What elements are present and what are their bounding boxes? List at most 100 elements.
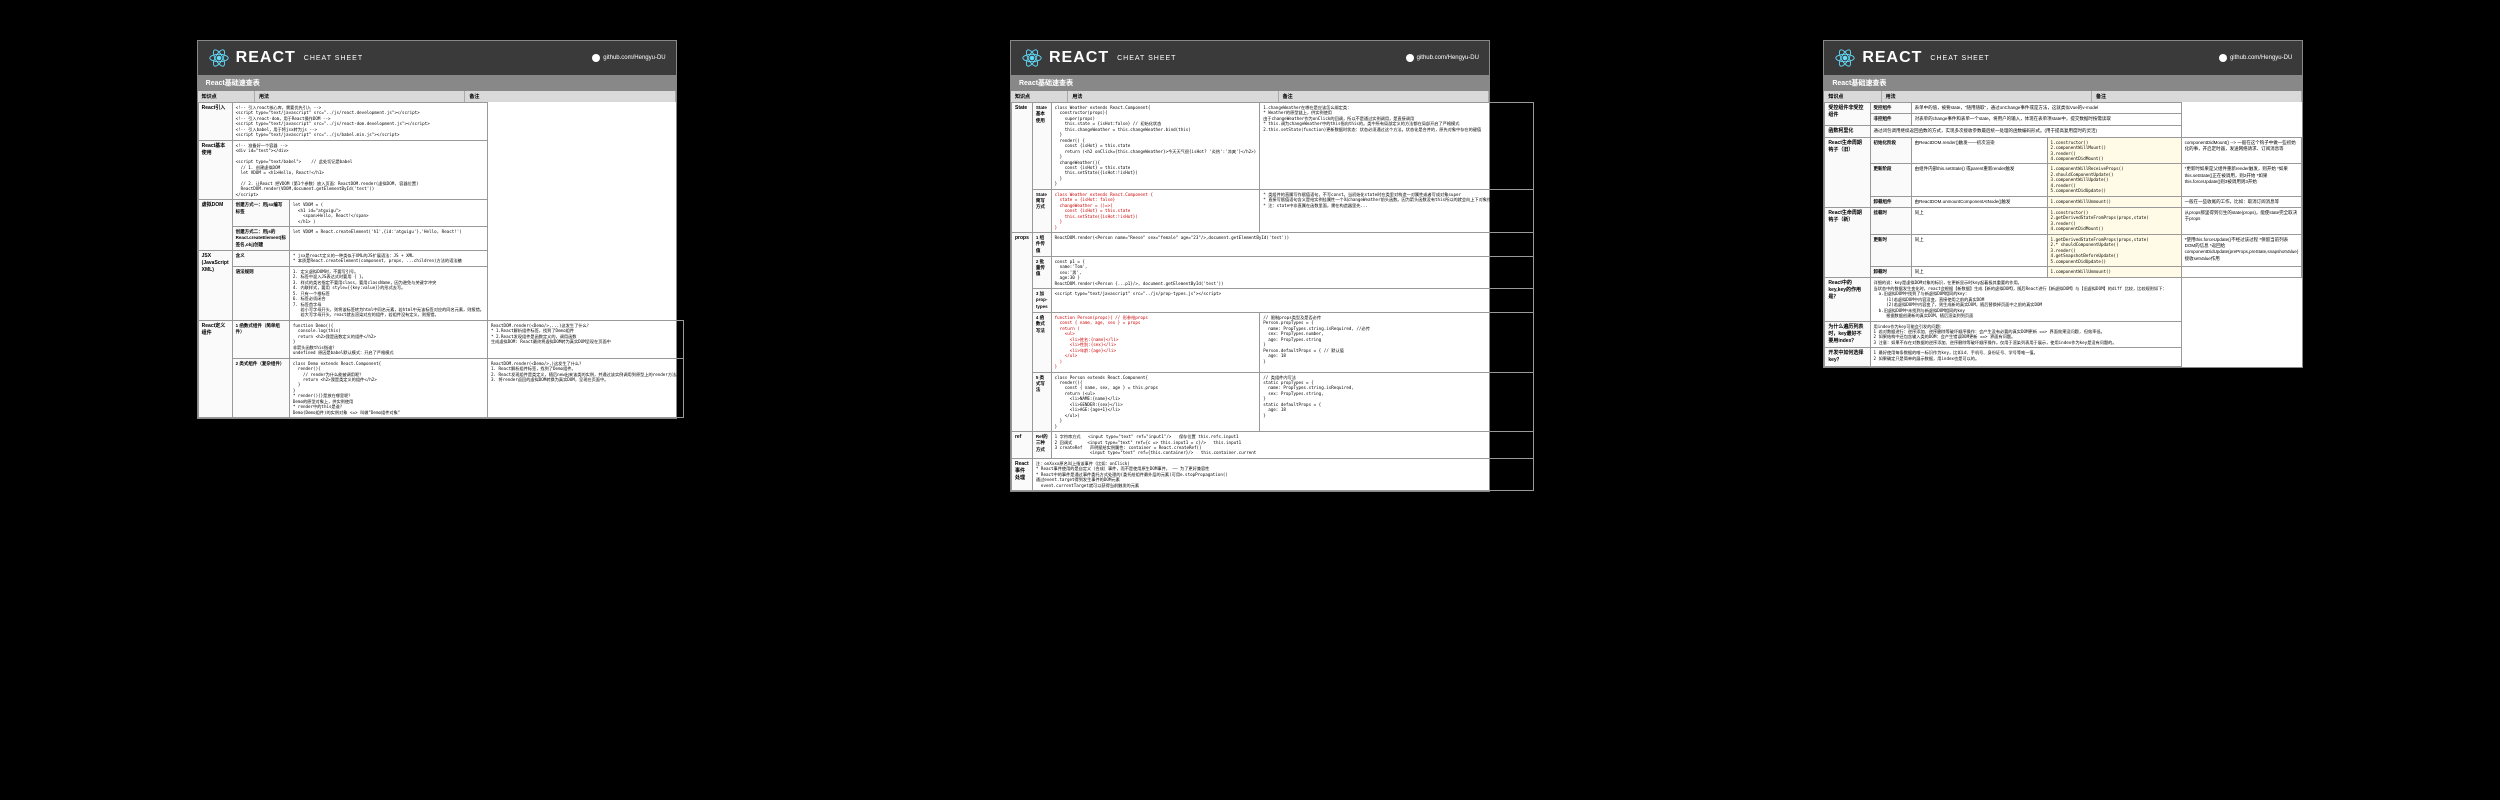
phase-label: 初始化阶段 — [1870, 137, 1911, 164]
sub-label: 3 加prop-types — [1032, 289, 1051, 313]
github-link[interactable]: github.com/Hengyu-DU — [1406, 54, 1479, 62]
table-row: props1 组件传值ReactDOM.render(<Person name=… — [1011, 232, 1533, 256]
table-row: 语法规则1. 定义虚拟DOM时，不要写引号。 2. 标签中混入JS表达式时要用 … — [198, 266, 684, 320]
desc-cell: 一般在一些收尾的工作，比如：取消订阅消息等 — [2181, 196, 2302, 207]
table-row: 卸载组件由ReactDOM.unmountComponentAtNode()触发… — [1825, 196, 2302, 207]
table-row: 更新阶段由组件内部this.setState() 或parent重新render… — [1825, 164, 2302, 196]
table-row: 非控组件对表单的change事件和表单一个state，将用户的输入，体现在表单项… — [1825, 114, 2302, 125]
header: REACT CHEAT SHEET github.com/Hengyu-DU — [198, 41, 676, 75]
col-topic: 知识点 — [198, 91, 255, 102]
code-cell: function Person(props){ // 形参给props cons… — [1051, 313, 1260, 373]
sub-label: 1 函数式组件（简单组件） — [232, 320, 289, 358]
col-usage: 用法 — [1882, 91, 2092, 102]
note-cell: * 类组件的直属写作赋值语句，不写const。当初始化state时在类里对构造一… — [1260, 189, 1534, 232]
section-title: React基础速查表 — [1011, 75, 1489, 91]
table-row: React生命周期钩子（旧） 初始化阶段由ReactDOM.render()触发… — [1825, 137, 2302, 164]
col-topic: 知识点 — [1824, 91, 1881, 102]
table-row: 4 函数式写法function Person(props){ // 形参给pro… — [1011, 313, 1533, 373]
row-label: React基本使用 — [198, 140, 232, 200]
code-cell: class Person extends React.Component{ re… — [1051, 372, 1260, 432]
phase-label: 更新阶段 — [1870, 164, 1911, 196]
github-icon — [2219, 54, 2227, 62]
table-row: State 简写方式class Weather extends React.Co… — [1011, 189, 1533, 232]
note-cell: ReactDOM.render(<Demo/>,)这发生了什么？ 1. Reac… — [487, 358, 683, 418]
header: REACT CHEAT SHEET github.com/Hengyu-DU — [1011, 41, 1489, 75]
code-cell: <!-- 准备好一个容器 --> <div id="test"></div> <… — [232, 140, 487, 200]
github-icon — [1406, 54, 1414, 62]
sub-label: 语法规则 — [232, 266, 289, 320]
text-cell: 对表单的change事件和表单一个state，将用户的输入，体现在表单项stat… — [1911, 114, 2181, 125]
text-cell: 1 最好使用每条数据的唯一标识作为key，比如id、手机号、身份证号、学号等唯一… — [1870, 348, 2181, 367]
sub-label: State 简写方式 — [1032, 189, 1051, 232]
table-row: React基本使用<!-- 准备好一个容器 --> <div id="test"… — [198, 140, 684, 200]
trigger-cell: 同上 — [1911, 207, 2047, 234]
text-cell: 通过闭包调用继续返回函数的方式，实现多次接收参数最后统一处理的函数编码形式。(用… — [1870, 125, 2181, 137]
content-table: StateState 基本使用class Weather extends Rea… — [1011, 102, 1534, 491]
table-row: 2 批量传值const p1 = { name:'Tom', sex:'男', … — [1011, 256, 1533, 288]
row-label: React生命周期钩子（新） — [1825, 207, 1870, 277]
github-link[interactable]: github.com/Hengyu-DU — [2219, 54, 2292, 62]
code-cell: ReactDOM.render(<Person name="Reese" sex… — [1051, 232, 1533, 256]
react-logo-icon — [1021, 47, 1043, 69]
hooks-cell: 1.componentWillReceiveProps() 2.shouldCo… — [2047, 164, 2181, 196]
note-cell: ReactDOM.render(<Demo/>,...)这发生了什么？ * 1.… — [487, 320, 683, 358]
row-label: React中的key,key的作用是？ — [1825, 278, 1870, 321]
subtitle: CHEAT SHEET — [1930, 55, 1989, 62]
table-row: 受控组件非受控组件受控组件表单中的值，被要state，"随用随取"，通过onCh… — [1825, 103, 2302, 114]
desc-cell: *更新时如果是父组件重新render触发，则开始 *如果this.setStat… — [2181, 164, 2302, 196]
hooks-cell: 1.getDerivedStateFromProps(props,state) … — [2047, 234, 2181, 266]
section-title: React基础速查表 — [198, 75, 676, 91]
table-row: 开发中如何选择key？1 最好使用每条数据的唯一标识作为key，比如id、手机号… — [1825, 348, 2302, 367]
table-row: refRef的三种方式1 字符串方式 <input type="text" re… — [1011, 432, 1533, 459]
code-cell: const p1 = { name:'Tom', sex:'男', age:30… — [1051, 256, 1533, 288]
code-cell: * jsx是react定义的一种类似于XML的JS扩展语法：JS + XML *… — [289, 250, 487, 266]
phase-label: 卸载组件 — [1870, 196, 1911, 207]
sub-label: 2 批量传值 — [1032, 256, 1051, 288]
table-row: 函数柯里化通过闭包调用继续返回函数的方式，实现多次接收参数最后统一处理的函数编码… — [1825, 125, 2302, 137]
col-notes: 备注 — [1279, 91, 1489, 102]
table-row: JSX (JavaScript XML)含义* jsx是react定义的一种类似… — [198, 250, 684, 266]
row-label: 为什么遍历列表时，key最好不要用index？ — [1825, 321, 1870, 348]
phase-label: 卸载时 — [1870, 267, 1911, 278]
desc-cell: *使用this.forceUpdate()不经过该过程 *保留当前列表DOM的信… — [2181, 234, 2302, 266]
note-cell: 1.changeWeather在哪在是应该怎么绑定类： * Weather的原型… — [1260, 103, 1534, 190]
phase-label: 挂载时 — [1870, 207, 1911, 234]
content-table: 受控组件非受控组件受控组件表单中的值，被要state，"随用随取"，通过onCh… — [1824, 102, 2302, 367]
trigger-cell: 由ReactDOM.render()触发——初次渲染 — [1911, 137, 2047, 164]
row-label: 虚拟DOM — [198, 200, 232, 251]
sub-label: 1 组件传值 — [1032, 232, 1051, 256]
trigger-cell: 同上 — [1911, 267, 2047, 278]
row-label: 受控组件非受控组件 — [1825, 103, 1870, 126]
code-cell: class Demo extends React.Component{ rend… — [289, 358, 487, 418]
table-row: React引入<!-- 引入react核心库，需要优先引入 --> <scrip… — [198, 103, 684, 141]
table-row: 虚拟DOM创建方式一：用jsx编写标签let VDOM = ( <h1 id="… — [198, 200, 684, 227]
sub-label: 2 类式组件（复杂组件） — [232, 358, 289, 418]
row-label: React引入 — [198, 103, 232, 141]
hooks-cell: 1.constructor() 2.componentWillMount() 3… — [2047, 137, 2181, 164]
hooks-cell: 1.constructor() 2.getDerivedStateFromPro… — [2047, 207, 2181, 234]
row-label: State — [1011, 103, 1032, 233]
sub-label: 4 函数式写法 — [1032, 313, 1051, 373]
row-label: JSX (JavaScript XML) — [198, 250, 232, 320]
sub-label: State 基本使用 — [1032, 103, 1051, 190]
desc-cell: 从props那里得到衍生的state(props)，能使state完全取决于pr… — [2181, 207, 2302, 234]
react-logo-icon — [1834, 47, 1856, 69]
table-row: 卸载时同上1.componentWillUnmount() — [1825, 267, 2302, 278]
code-cell: class Weather extends React.Component { … — [1051, 189, 1260, 232]
col-topic: 知识点 — [1011, 91, 1068, 102]
table-row: 5 类式写法class Person extends React.Compone… — [1011, 372, 1533, 432]
cheatsheet-page-1: REACT CHEAT SHEET github.com/Hengyu-DU R… — [197, 40, 677, 419]
sub-label: 5 类式写法 — [1032, 372, 1051, 432]
text-cell: 用index作为key可能会引发的问题： 1 若对数据进行：逆序添加、逆序删除等… — [1870, 321, 2181, 348]
github-url: github.com/Hengyu-DU — [603, 55, 665, 61]
brand-title: REACT — [236, 49, 296, 67]
hooks-cell: 1.componentWillUnmount() — [2047, 267, 2181, 278]
note-cell: // 限制props类型及是否必传 Person.propTypes = { n… — [1260, 313, 1534, 373]
header: REACT CHEAT SHEET github.com/Hengyu-DU — [1824, 41, 2302, 75]
brand-title: REACT — [1862, 49, 1922, 67]
code-cell: <!-- 引入react核心库，需要优先引入 --> <script type=… — [232, 103, 487, 141]
subtitle: CHEAT SHEET — [1117, 55, 1176, 62]
code-cell: 1. 定义虚拟DOM时，不要写引号。 2. 标签中混入JS表达式时要用 { }。… — [289, 266, 487, 320]
subtitle: CHEAT SHEET — [304, 55, 363, 62]
github-link[interactable]: github.com/Hengyu-DU — [592, 54, 665, 62]
